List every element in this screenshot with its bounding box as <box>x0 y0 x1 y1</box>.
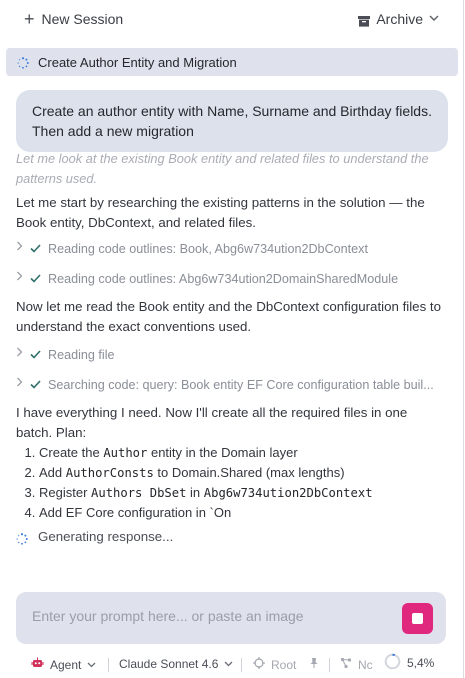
code-span: Author <box>103 446 148 460</box>
divider <box>108 658 109 672</box>
plan-step: Create the Author entity in the Domain l… <box>39 443 446 463</box>
check-icon <box>30 345 48 365</box>
tool-call-item[interactable]: Reading code outlines: Book, Abg6w734uti… <box>16 239 446 259</box>
active-session-item[interactable]: Create Author Entity and Migration <box>6 48 458 76</box>
check-icon <box>30 239 48 259</box>
code-span: Abg6w734ution2DbContext <box>203 486 373 500</box>
root-selector[interactable]: Root <box>253 657 296 672</box>
pin-button[interactable] <box>309 657 319 672</box>
chevron-down-icon <box>87 660 96 670</box>
stop-button[interactable] <box>402 603 433 634</box>
plan-step: Add AuthorConsts to Domain.Shared (max l… <box>39 463 446 483</box>
generating-status: Generating response... <box>16 527 446 547</box>
context-usage-ring <box>384 653 401 670</box>
assistant-response: Let me look at the existing Book entity … <box>16 149 446 547</box>
user-message: Create an author entity with Name, Surna… <box>16 90 448 152</box>
chevron-right-icon <box>16 239 30 259</box>
divider <box>329 658 330 672</box>
model-select[interactable]: Claude Sonnet 4.6 <box>119 657 233 671</box>
bottom-toolbar: Agent Claude Sonnet 4.6 Root Nc 5,4% <box>0 650 465 676</box>
archive-icon <box>358 14 371 27</box>
agent-label: Agent <box>50 657 82 672</box>
chevron-right-icon <box>16 345 30 365</box>
prompt-box <box>16 592 446 644</box>
prompt-input[interactable] <box>32 608 392 624</box>
archive-label: Archive <box>376 11 423 27</box>
robot-icon <box>31 657 44 672</box>
tool-call-item[interactable]: Searching code: query: Book entity EF Co… <box>16 375 446 395</box>
assistant-paragraph: Let me start by researching the existing… <box>16 195 425 230</box>
loading-spinner-icon <box>17 56 29 69</box>
check-icon <box>30 269 48 289</box>
tool-call-label: Reading file <box>48 348 115 362</box>
panel-border <box>463 0 464 678</box>
tool-call-label: Searching code: query: Book entity EF Co… <box>48 378 434 392</box>
plan-step: Add EF Core configuration in `On <box>39 503 446 523</box>
network-icon <box>340 657 352 672</box>
thinking-text: Let me look at the existing Book entity … <box>16 151 429 186</box>
plus-icon: + <box>24 9 35 29</box>
divider <box>241 658 242 672</box>
chevron-right-icon <box>16 269 30 289</box>
nc-selector[interactable]: Nc <box>340 657 373 672</box>
pin-icon <box>309 657 319 672</box>
chevron-right-icon <box>16 375 30 395</box>
code-span: AuthorConsts <box>65 466 154 480</box>
archive-button[interactable]: Archive <box>358 11 439 27</box>
tool-call-item[interactable]: Reading code outlines: Abg6w734ution2Dom… <box>16 269 446 289</box>
target-icon <box>253 657 265 672</box>
chevron-down-icon <box>224 659 233 669</box>
tool-call-item[interactable]: Reading file <box>16 345 446 365</box>
nc-label: Nc <box>358 657 373 672</box>
model-label: Claude Sonnet 4.6 <box>119 657 219 671</box>
plan-intro: I have everything I need. Now I'll creat… <box>16 405 408 440</box>
generating-label: Generating response... <box>38 529 174 544</box>
assistant-paragraph: Now let me read the Book entity and the … <box>16 299 442 334</box>
tool-call-label: Reading code outlines: Abg6w734ution2Dom… <box>48 272 399 286</box>
tool-call-label: Reading code outlines: Book, Abg6w734uti… <box>48 242 368 256</box>
plan-step: Register Authors DbSet in Abg6w734ution2… <box>39 483 446 503</box>
top-bar: + New Session Archive <box>0 0 465 40</box>
agent-mode-select[interactable]: Agent <box>31 657 96 672</box>
code-span: Authors DbSet <box>91 486 187 500</box>
chevron-down-icon <box>429 14 439 24</box>
check-icon <box>30 375 48 395</box>
loading-spinner-icon <box>16 531 28 545</box>
context-usage: 5,4% <box>384 653 434 670</box>
stop-icon <box>412 613 423 624</box>
new-session-button[interactable]: + New Session <box>24 9 124 29</box>
new-session-label: New Session <box>41 11 124 27</box>
plan-list: Create the Author entity in the Domain l… <box>16 443 446 523</box>
session-title: Create Author Entity and Migration <box>38 54 237 70</box>
context-usage-percent: 5,4% <box>407 655 435 670</box>
root-label: Root <box>271 657 297 672</box>
